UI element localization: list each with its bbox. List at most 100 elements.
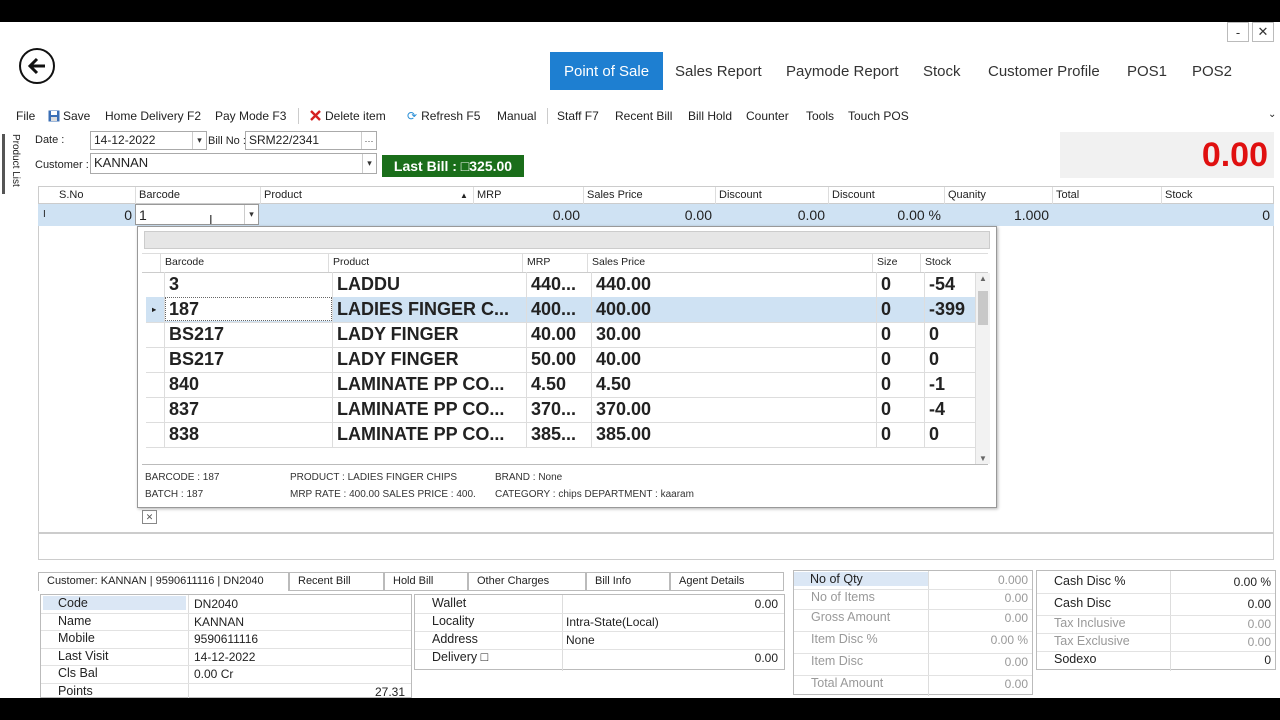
- tab-hold-bill[interactable]: Hold Bill: [384, 572, 468, 591]
- tab-bill-info[interactable]: Bill Info: [586, 572, 670, 591]
- list-item[interactable]: BS217 LADY FINGER 50.00 40.00 0 0: [146, 347, 979, 373]
- staff-button[interactable]: Staff F7: [557, 109, 599, 123]
- list-item[interactable]: 837 LAMINATE PP CO... 370... 370.00 0 -4: [146, 397, 979, 423]
- col-product: Product: [264, 189, 302, 201]
- list-item[interactable]: 838 LAMINATE PP CO... 385... 385.00 0 0: [146, 422, 979, 448]
- row-stock: 0: [929, 324, 940, 344]
- row-mrp: 50.00: [531, 349, 577, 369]
- list-item[interactable]: BS217 LADY FINGER 40.00 30.00 0 0: [146, 322, 979, 348]
- counter-button[interactable]: Counter: [746, 109, 789, 123]
- minimize-button[interactable]: -: [1227, 22, 1249, 42]
- nav-pos1[interactable]: POS1: [1127, 52, 1167, 90]
- popup-table-body: 3 LADDU 440... 440.00 0 -54 ▸ 187 LADIES…: [142, 272, 988, 464]
- tab-other-charges[interactable]: Other Charges: [468, 572, 586, 591]
- nav-paymode-report[interactable]: Paymode Report: [786, 52, 899, 90]
- product-list-side-tab[interactable]: Product List: [2, 134, 23, 194]
- text-cursor-icon: I: [43, 209, 46, 220]
- refresh-button[interactable]: ⟳ Refresh F5: [407, 109, 480, 123]
- nav-stock[interactable]: Stock: [923, 52, 961, 90]
- home-delivery-button[interactable]: Home Delivery F2: [105, 109, 201, 123]
- save-button[interactable]: Save: [48, 109, 90, 123]
- customer-select[interactable]: KANNAN ▾: [90, 153, 377, 174]
- back-arrow-icon[interactable]: [19, 48, 55, 84]
- row-barcode: 840: [169, 374, 200, 394]
- summary-row: Item Disc 0.00: [794, 653, 1032, 676]
- col-barcode: Barcode: [139, 189, 180, 201]
- list-item-selected[interactable]: ▸ 187 LADIES FINGER C... 400... 400.00 0…: [146, 297, 979, 323]
- tab-customer[interactable]: Customer: KANNAN | 9590611116 | DN2040: [38, 572, 289, 591]
- scroll-thumb[interactable]: [978, 291, 988, 325]
- popup-col-mrp: MRP: [527, 256, 551, 268]
- row-product: LAMINATE PP CO...: [337, 374, 505, 394]
- popup-scrollbar[interactable]: ▲ ▼: [975, 273, 990, 464]
- row-barcode: BS217: [169, 349, 225, 369]
- row-barcode: 838: [169, 424, 200, 444]
- cell-sno: 0: [124, 207, 132, 223]
- tab-agent-details[interactable]: Agent Details: [670, 572, 784, 591]
- row-product: LADY FINGER: [337, 324, 459, 344]
- row-stock: -399: [929, 299, 966, 319]
- chevron-down-icon[interactable]: ⌄: [1268, 109, 1276, 120]
- scroll-down-icon[interactable]: ▼: [979, 454, 987, 463]
- delete-item-button[interactable]: Delete item: [309, 109, 386, 123]
- touch-pos-button[interactable]: Touch POS: [848, 109, 909, 123]
- row-stock: -54: [929, 274, 956, 294]
- delivery-row[interactable]: Delivery □ 0.00: [415, 649, 784, 667]
- locality-row: Locality Intra-State(Local): [415, 613, 784, 632]
- customer-row-last-visit: Last Visit 14-12-2022: [41, 648, 411, 666]
- browse-button[interactable]: ···: [361, 132, 376, 149]
- pay-mode-button[interactable]: Pay Mode F3: [215, 109, 286, 123]
- customer-row-points: Points 27.31: [58, 683, 405, 699]
- col-quantity: Quanity: [948, 189, 986, 201]
- popup-col-sales-price: Sales Price: [592, 256, 646, 268]
- product-lookup-popup: Barcode Product MRP Sales Price Size Sto…: [137, 226, 997, 524]
- chevron-down-icon[interactable]: ▾: [192, 132, 206, 149]
- list-item[interactable]: 3 LADDU 440... 440.00 0 -54: [146, 272, 979, 298]
- tools-button[interactable]: Tools: [806, 109, 834, 123]
- popup-search-input[interactable]: [144, 231, 990, 249]
- date-label: Date :: [35, 134, 65, 146]
- row-sales-price: 40.00: [596, 349, 642, 369]
- row-size: 0: [881, 424, 892, 444]
- billno-input[interactable]: SRM22/2341 ···: [245, 131, 377, 150]
- address-row: Address None: [415, 631, 784, 650]
- row-product: LADIES FINGER C...: [337, 299, 510, 319]
- customer-row-mobile: Mobile 9590611116: [41, 630, 411, 649]
- manual-button[interactable]: Manual: [497, 109, 536, 123]
- nav-sales-report[interactable]: Sales Report: [675, 52, 762, 90]
- row-product: LAMINATE PP CO...: [337, 399, 505, 419]
- col-mrp: MRP: [477, 189, 502, 201]
- tax-inclusive-row: Tax Inclusive 0.00: [1037, 615, 1275, 634]
- row-sales-price: 30.00: [596, 324, 642, 344]
- summary-row: No of Items 0.00: [794, 589, 1032, 610]
- chevron-down-icon[interactable]: ▾: [244, 205, 258, 224]
- close-button[interactable]: ✕: [1252, 22, 1274, 42]
- billno-label: Bill No :: [208, 135, 246, 147]
- row-mrp: 385...: [531, 424, 577, 444]
- tax-exclusive-row: Tax Exclusive 0.00: [1037, 633, 1275, 652]
- scroll-up-icon[interactable]: ▲: [979, 274, 987, 283]
- row-product: LAMINATE PP CO...: [337, 424, 505, 444]
- chevron-down-icon[interactable]: ▾: [362, 154, 376, 173]
- tab-recent-bill[interactable]: Recent Bill: [289, 572, 384, 591]
- info-batch: BATCH : 187: [145, 489, 204, 500]
- nav-customer-profile[interactable]: Customer Profile: [988, 52, 1100, 90]
- toolbar: File Save Home Delivery F2 Pay Mode F3 D…: [0, 106, 1280, 128]
- date-picker[interactable]: 14-12-2022 ▾: [90, 131, 207, 150]
- nav-point-of-sale[interactable]: Point of Sale: [550, 52, 664, 90]
- items-grid-header: S.No Barcode Product ▲ MRP Sales Price D…: [38, 186, 1274, 204]
- text-cursor-icon: I: [209, 212, 213, 227]
- menu-file[interactable]: File: [16, 109, 35, 123]
- table-row[interactable]: I 0 1 ▾ 0.00 0.00 0.00 0.00 % 1.000 0: [38, 204, 1274, 226]
- list-item[interactable]: 840 LAMINATE PP CO... 4.50 4.50 0 -1: [146, 372, 979, 398]
- bill-hold-button[interactable]: Bill Hold: [688, 109, 732, 123]
- cash-disc-row[interactable]: Cash Disc 0.00: [1037, 593, 1275, 616]
- recent-bill-button[interactable]: Recent Bill: [615, 109, 672, 123]
- col-total: Total: [1056, 189, 1080, 201]
- cash-disc-pct-row[interactable]: Cash Disc % 0.00 %: [1037, 571, 1275, 594]
- sodexo-row[interactable]: Sodexo 0: [1037, 651, 1275, 669]
- nav-pos2[interactable]: POS2: [1192, 52, 1232, 90]
- barcode-input[interactable]: 1 ▾: [135, 204, 259, 225]
- refresh-icon: ⟳: [407, 109, 418, 123]
- popup-close-icon[interactable]: ✕: [142, 510, 157, 524]
